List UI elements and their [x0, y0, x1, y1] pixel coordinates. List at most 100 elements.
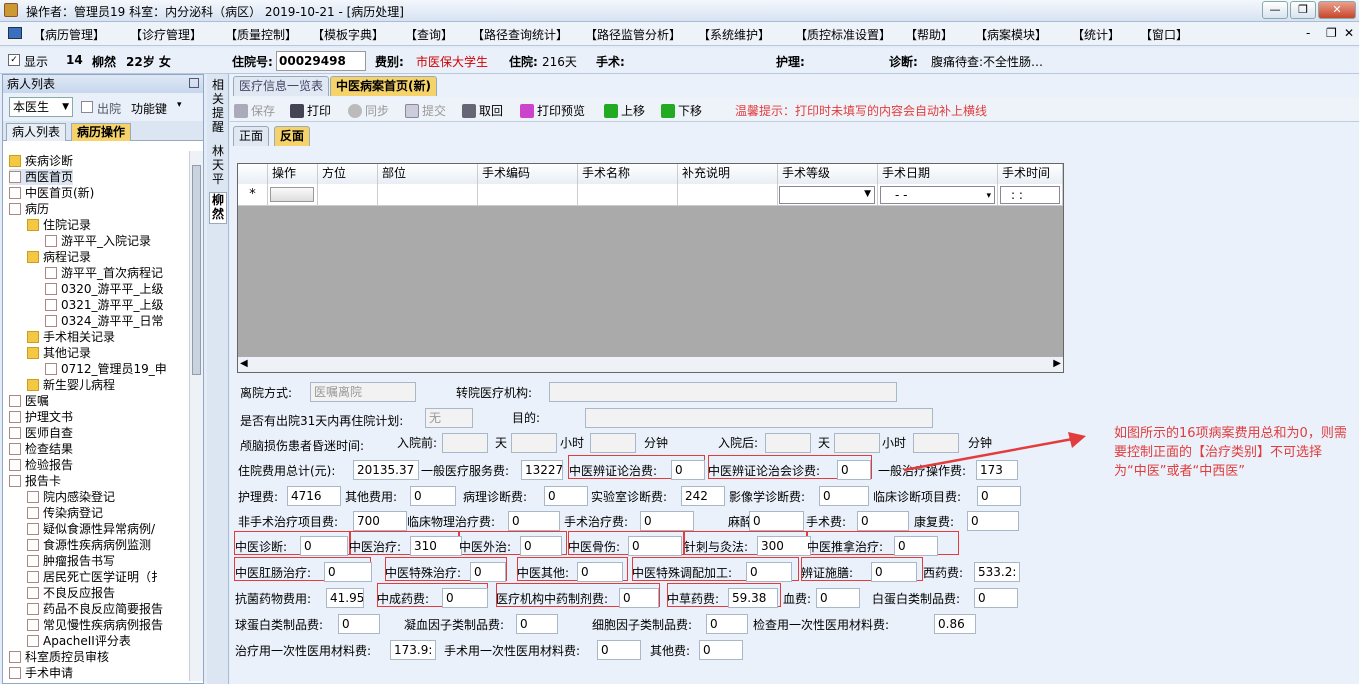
grid-hscrollbar[interactable]: ◀ ▶ [238, 356, 1063, 372]
fee-field[interactable]: 0 [628, 536, 682, 556]
tree-item[interactable]: 手术相关记录 [27, 329, 115, 345]
fee-field[interactable]: 242 [681, 486, 725, 506]
move-down-button[interactable]: 下移 [661, 102, 702, 119]
sync-button[interactable]: 同步 [348, 102, 389, 119]
discharge-method-select[interactable]: 医嘱离院 [310, 382, 416, 402]
coma-before-minutes[interactable] [590, 433, 636, 453]
mdi-close-button[interactable]: ✕ [1344, 26, 1354, 40]
retrieve-button[interactable]: 取回 [462, 102, 503, 119]
row-cell-code[interactable] [478, 184, 578, 206]
fee-field[interactable]: 0 [871, 562, 917, 582]
menu-item-record-mgmt[interactable]: 【病历管理】 [33, 26, 105, 43]
surgery-date-picker[interactable]: - - ▾ [880, 186, 995, 204]
show-checkbox[interactable]: ✓ [8, 54, 20, 66]
tree-item[interactable]: 病历 [9, 201, 49, 217]
fee-field[interactable]: 0 [816, 588, 860, 608]
fee-field[interactable]: 0 [699, 640, 743, 660]
tree-item[interactable]: 科室质控员审核 [9, 649, 109, 665]
print-button[interactable]: 打印 [290, 102, 331, 119]
tree-item[interactable]: 检验报告 [9, 457, 73, 473]
menu-item-qc-standard[interactable]: 【质控标准设置】 [795, 26, 891, 43]
tree-item[interactable]: 食源性疾病病例监测 [27, 537, 151, 553]
fee-field[interactable]: 0 [442, 588, 488, 608]
menu-item-template[interactable]: 【模板字典】 [312, 26, 384, 43]
coma-before-hours[interactable] [511, 433, 557, 453]
fee-field[interactable]: 0 [597, 640, 641, 660]
fee-field[interactable]: 0.86 [934, 614, 976, 634]
tree-item[interactable]: 检查结果 [9, 441, 73, 457]
tab-tcm-homepage[interactable]: 中医病案首页(新) [330, 76, 437, 96]
tree-item[interactable]: 其他记录 [27, 345, 91, 361]
fee-field[interactable]: 41.95 [326, 588, 364, 608]
tab-front-side[interactable]: 正面 [233, 126, 270, 146]
menu-item-casefile[interactable]: 【病案模块】 [975, 26, 1047, 43]
tree-item[interactable]: 游平平_首次病程记 [45, 265, 163, 281]
grid-col-position[interactable]: 方位 [318, 164, 378, 184]
grid-col-name[interactable]: 手术名称 [578, 164, 678, 184]
coma-before-days[interactable] [442, 433, 488, 453]
fee-field[interactable]: 300 [757, 536, 811, 556]
tree-item[interactable]: 0324_游平平_日常 [45, 313, 164, 329]
tree-item[interactable]: 0320_游平平_上级 [45, 281, 164, 297]
fee-field[interactable]: 0 [974, 588, 1018, 608]
mdi-minimize-button[interactable]: - [1306, 26, 1310, 40]
app-menu-icon[interactable] [8, 27, 22, 39]
grid-col-operation[interactable]: 操作 [268, 164, 318, 184]
scroll-left-icon[interactable]: ◀ [240, 358, 248, 369]
menu-item-window[interactable]: 【窗口】 [1140, 26, 1188, 43]
fee-field[interactable]: 0 [749, 511, 804, 531]
menu-item-path-query[interactable]: 【路径查询统计】 [472, 26, 568, 43]
restore-button[interactable]: ❐ [1290, 1, 1316, 19]
tree-scrollbar-thumb[interactable] [192, 165, 201, 375]
side-tab-doctor[interactable]: 林天平 [211, 144, 225, 186]
fee-field[interactable]: 13227 [521, 460, 563, 480]
doctor-select[interactable]: 本医生 ▼ [9, 97, 73, 117]
fee-field[interactable]: 0 [837, 460, 871, 480]
pin-icon[interactable] [189, 78, 199, 88]
fee-field[interactable]: 0 [857, 511, 909, 531]
fee-field[interactable]: 0 [640, 511, 694, 531]
tree-item[interactable]: 新生婴儿病程 [27, 377, 115, 393]
tree-item[interactable]: 报告卡 [9, 473, 61, 489]
fee-field[interactable]: 0 [746, 562, 792, 582]
grid-col-site[interactable]: 部位 [378, 164, 478, 184]
coma-after-hours[interactable] [834, 433, 880, 453]
close-button[interactable]: ✕ [1318, 1, 1356, 19]
side-tab-patient[interactable]: 柳然 [209, 192, 227, 224]
row-operation-button[interactable] [270, 187, 314, 202]
fee-field[interactable]: 533.2: [974, 562, 1020, 582]
fee-field[interactable]: 0 [410, 486, 456, 506]
print-preview-button[interactable]: 打印预览 [520, 102, 585, 119]
fee-field[interactable]: 0 [324, 562, 372, 582]
menu-item-stats[interactable]: 【统计】 [1072, 26, 1120, 43]
fee-field[interactable]: 0 [819, 486, 869, 506]
grid-col-code[interactable]: 手术编码 [478, 164, 578, 184]
tree-item[interactable]: 0712_管理员19_申 [45, 361, 167, 377]
tab-record-operations[interactable]: 病历操作 [71, 123, 132, 141]
fee-field[interactable]: 173.9: [390, 640, 436, 660]
tree-item[interactable]: 院内感染登记 [27, 489, 115, 505]
function-key-button[interactable]: 功能键 [131, 100, 167, 117]
fee-field[interactable]: 310 [410, 536, 462, 556]
fee-field[interactable]: 700 [353, 511, 407, 531]
tree-item[interactable]: 0321_游平平_上级 [45, 297, 164, 313]
tree-item[interactable]: 西医首页 [9, 169, 74, 185]
grid-col-level[interactable]: 手术等级 [778, 164, 878, 184]
menu-item-path-monitor[interactable]: 【路径监管分析】 [585, 26, 681, 43]
coma-after-days[interactable] [765, 433, 811, 453]
tree-item[interactable]: 药品不良反应简要报告 [27, 601, 163, 617]
mdi-restore-button[interactable]: ❐ [1326, 26, 1337, 40]
tree-item[interactable]: 医师自查 [9, 425, 73, 441]
fee-field[interactable]: 0 [967, 511, 1019, 531]
fee-field[interactable]: 0 [544, 486, 588, 506]
fee-field[interactable]: 0 [516, 614, 558, 634]
row-cell-name[interactable] [578, 184, 678, 206]
grid-col-time[interactable]: 手术时间 [998, 164, 1063, 184]
fee-field[interactable]: 59.38 [728, 588, 778, 608]
purpose-field[interactable] [585, 408, 933, 428]
menu-item-help[interactable]: 【帮助】 [905, 26, 953, 43]
transfer-org-field[interactable] [549, 382, 897, 402]
surgery-time-field[interactable]: : : [1000, 186, 1060, 204]
submit-button[interactable]: 提交 [405, 102, 446, 119]
fee-field[interactable]: 0 [977, 486, 1021, 506]
